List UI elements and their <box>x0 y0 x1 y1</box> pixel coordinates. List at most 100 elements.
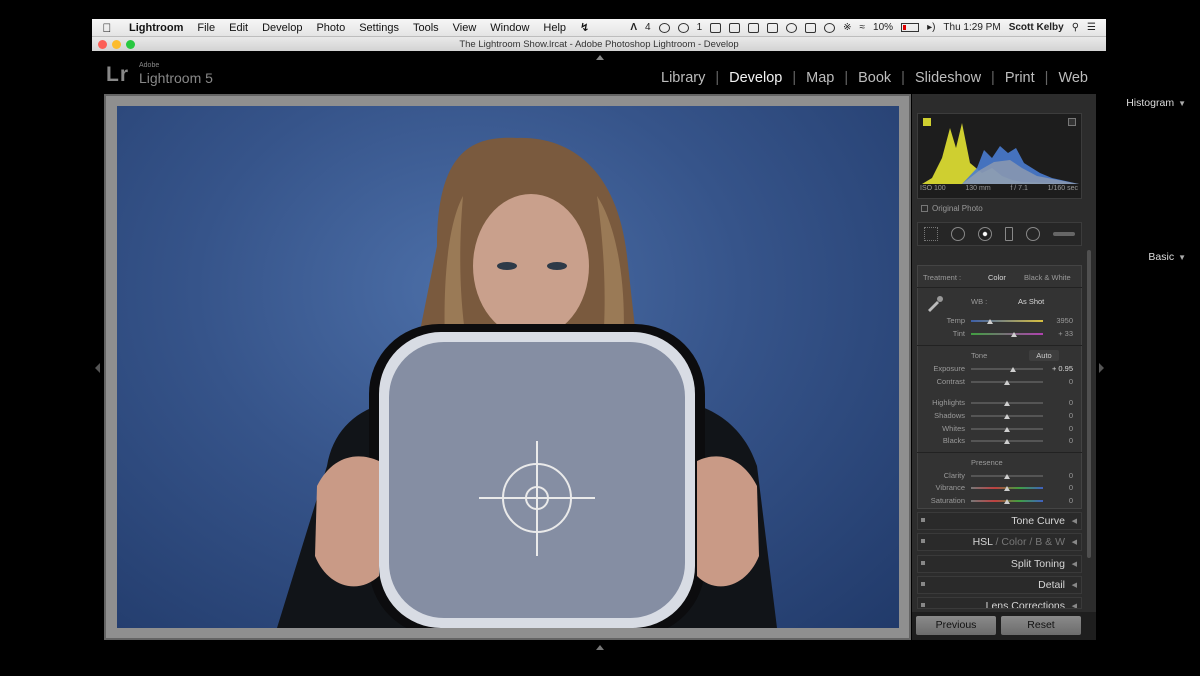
split-toning-section[interactable]: Split Toning ◀ <box>917 555 1082 573</box>
module-book[interactable]: Book <box>848 70 901 86</box>
menu-tools[interactable]: Tools <box>406 22 446 34</box>
adjustment-brush-icon[interactable] <box>1052 232 1075 236</box>
crop-tool-icon[interactable] <box>924 227 939 241</box>
menu-view[interactable]: View <box>446 22 484 34</box>
panel-switch-icon[interactable] <box>921 561 925 565</box>
clock[interactable]: Thu 1:29 PM <box>943 22 1000 33</box>
saturation-slider-thumb[interactable] <box>1004 499 1010 504</box>
module-print[interactable]: Print <box>995 70 1045 86</box>
menu-window[interactable]: Window <box>483 22 536 34</box>
tint-value[interactable]: + 33 <box>1040 329 1073 338</box>
basic-header[interactable]: Basic ▼ <box>1148 251 1186 263</box>
menu-photo[interactable]: Photo <box>309 22 352 34</box>
filmstrip-toggle-icon[interactable] <box>596 645 604 650</box>
sync-icon[interactable] <box>677 22 689 33</box>
white-balance-selector-icon[interactable] <box>925 293 945 313</box>
exposure-slider[interactable] <box>971 368 1043 370</box>
shadows-value[interactable]: 0 <box>1040 411 1073 420</box>
whites-slider-thumb[interactable] <box>1004 427 1010 432</box>
temp-slider-thumb[interactable] <box>986 319 993 324</box>
volume-icon[interactable]: ▸) <box>927 22 935 33</box>
module-map[interactable]: Map <box>796 70 844 86</box>
exposure-value[interactable]: + 0.95 <box>1040 364 1073 373</box>
exposure-slider-thumb[interactable] <box>1009 367 1016 372</box>
histogram-header[interactable]: Histogram ▼ <box>1126 97 1186 109</box>
original-photo-toggle[interactable]: Original Photo <box>921 204 983 213</box>
whites-value[interactable]: 0 <box>1040 424 1073 433</box>
reset-button[interactable]: Reset <box>1001 616 1081 635</box>
tint-slider-thumb[interactable] <box>1011 332 1018 337</box>
panel-switch-icon[interactable] <box>921 603 925 607</box>
graduated-filter-icon[interactable] <box>1004 227 1013 241</box>
dropbox-icon[interactable] <box>710 22 722 33</box>
hsl-tab[interactable]: HSL <box>973 536 993 548</box>
shadows-slider-thumb[interactable] <box>1004 414 1010 419</box>
top-panel-toggle-icon[interactable] <box>596 55 604 60</box>
blacks-value[interactable]: 0 <box>1040 436 1073 445</box>
spotlight-icon[interactable]: ⚲ <box>1072 22 1079 33</box>
highlights-value[interactable]: 0 <box>1040 398 1073 407</box>
radial-filter-icon[interactable] <box>1025 227 1040 241</box>
spot-removal-tool-icon[interactable] <box>951 227 966 241</box>
right-panel-toggle-icon[interactable] <box>1099 363 1104 373</box>
vibrance-value[interactable]: 0 <box>1040 483 1073 492</box>
photo-preview[interactable] <box>117 106 899 628</box>
shadow-clipping-icon[interactable] <box>923 118 931 126</box>
panel-switch-icon[interactable] <box>921 539 925 543</box>
auto-tone-button[interactable]: Auto <box>1029 350 1059 361</box>
wifi-icon[interactable]: ≈ <box>860 22 866 33</box>
apple-icon[interactable]:  <box>92 21 122 35</box>
notification-center-icon[interactable]: ☰ <box>1087 22 1096 33</box>
clarity-slider-thumb[interactable] <box>1004 474 1010 479</box>
wb-dropdown[interactable]: As Shot <box>1018 297 1044 306</box>
contrast-value[interactable]: 0 <box>1040 377 1073 386</box>
temp-value[interactable]: 3950 <box>1040 316 1073 325</box>
adobe-status-icon[interactable]: Λ <box>630 22 637 33</box>
tint-slider[interactable] <box>971 333 1043 335</box>
bw-tab[interactable]: B & W <box>1035 536 1065 548</box>
bolt-icon[interactable]: ↯ <box>573 21 596 34</box>
panel-switch-icon[interactable] <box>921 518 925 522</box>
previous-button[interactable]: Previous <box>916 616 996 635</box>
left-panel-toggle-icon[interactable] <box>95 363 100 373</box>
lens-corrections-section[interactable]: Lens Corrections ◀ <box>917 597 1082 609</box>
airplay-icon[interactable] <box>805 22 817 33</box>
saturation-value[interactable]: 0 <box>1040 496 1073 505</box>
screen-icon[interactable] <box>767 22 779 33</box>
time-machine-icon[interactable] <box>824 22 836 33</box>
panel-switch-icon[interactable] <box>921 582 925 586</box>
module-slideshow[interactable]: Slideshow <box>905 70 991 86</box>
onepassword-icon[interactable] <box>658 22 670 33</box>
hsl-section[interactable]: HSL / Color / B & W ◀ <box>917 533 1082 551</box>
color-tab[interactable]: Color <box>1001 536 1026 548</box>
module-library[interactable]: Library <box>651 70 715 86</box>
detail-section[interactable]: Detail ◀ <box>917 576 1082 594</box>
temp-slider[interactable] <box>971 320 1043 322</box>
module-develop[interactable]: Develop <box>719 70 792 86</box>
vibrance-slider-thumb[interactable] <box>1004 486 1010 491</box>
menu-settings[interactable]: Settings <box>352 22 406 34</box>
menu-help[interactable]: Help <box>536 22 573 34</box>
right-panel-scrollbar[interactable] <box>1087 250 1091 558</box>
chrome-icon[interactable] <box>786 22 798 33</box>
battery-icon[interactable] <box>901 23 920 32</box>
evernote-icon[interactable] <box>729 22 741 33</box>
menu-edit[interactable]: Edit <box>222 22 255 34</box>
contrast-slider-thumb[interactable] <box>1004 380 1010 385</box>
tone-curve-section[interactable]: Tone Curve ◀ <box>917 512 1082 530</box>
highlights-slider-thumb[interactable] <box>1004 401 1010 406</box>
menu-file[interactable]: File <box>190 22 222 34</box>
treatment-black-white[interactable]: Black & White <box>1024 273 1071 282</box>
display-icon[interactable] <box>748 22 760 33</box>
menu-develop[interactable]: Develop <box>255 22 309 34</box>
blacks-slider-thumb[interactable] <box>1004 439 1010 444</box>
clarity-value[interactable]: 0 <box>1040 471 1073 480</box>
original-photo-checkbox[interactable] <box>921 205 928 212</box>
bluetooth-icon[interactable]: ※ <box>843 22 851 33</box>
user-name[interactable]: Scott Kelby <box>1009 22 1064 33</box>
menu-app[interactable]: Lightroom <box>122 22 190 34</box>
highlight-clipping-icon[interactable] <box>1068 118 1076 126</box>
treatment-color[interactable]: Color <box>988 273 1006 282</box>
red-eye-tool-icon[interactable] <box>978 227 993 241</box>
module-web[interactable]: Web <box>1048 70 1098 86</box>
